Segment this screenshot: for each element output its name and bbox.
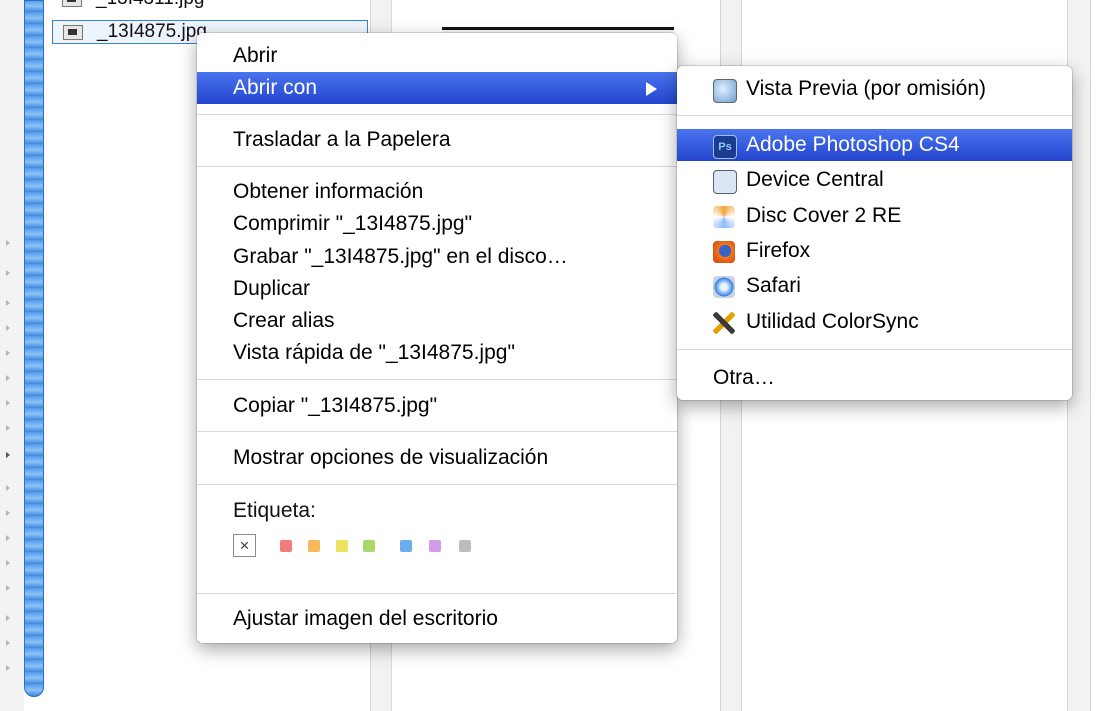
disclosure-triangle-icon[interactable] xyxy=(6,510,10,516)
safari-icon xyxy=(713,276,735,298)
menu-item-label: Mostrar opciones de visualización xyxy=(233,446,549,469)
menu-item-set-desktop-picture[interactable]: Ajustar imagen del escritorio xyxy=(197,603,677,635)
file-row[interactable]: _13I4311.jpg xyxy=(52,0,366,10)
disclosure-triangle-icon[interactable] xyxy=(6,350,10,356)
photoshop-icon: Ps xyxy=(713,135,737,159)
menu-separator xyxy=(197,593,677,594)
menu-item-get-info[interactable]: Obtener información xyxy=(197,176,677,208)
menu-item-view-options[interactable]: Mostrar opciones de visualización xyxy=(197,442,677,474)
firefox-icon xyxy=(713,241,735,263)
vertical-scrollbar[interactable] xyxy=(24,0,44,697)
menu-item-label: Vista Previa (por omisión) xyxy=(746,77,987,100)
label-clear-button[interactable]: × xyxy=(233,534,256,557)
disclosure-triangle-icon[interactable] xyxy=(6,240,10,246)
menu-item-label: Device Central xyxy=(746,168,884,191)
image-file-icon xyxy=(63,25,83,40)
disc-cover-icon xyxy=(713,206,735,228)
disclosure-triangle-icon[interactable] xyxy=(6,270,10,276)
menu-item-make-alias[interactable]: Crear alias xyxy=(197,305,677,337)
disclosure-triangle-icon[interactable] xyxy=(6,560,10,566)
image-file-icon xyxy=(62,0,82,7)
file-name: _13I4875.jpg xyxy=(97,21,207,42)
label-heading: Etiqueta: xyxy=(233,499,316,522)
menu-item-firefox[interactable]: Firefox xyxy=(677,235,1072,267)
menu-separator xyxy=(677,115,1072,116)
label-color-gray[interactable] xyxy=(459,540,471,552)
menu-item-copy[interactable]: Copiar "_13I4875.jpg" xyxy=(197,390,677,422)
menu-item-disc-cover[interactable]: Disc Cover 2 RE xyxy=(677,200,1072,232)
menu-item-colorsync[interactable]: Utilidad ColorSync xyxy=(677,306,1072,338)
menu-item-duplicate[interactable]: Duplicar xyxy=(197,273,677,305)
disclosure-triangle-icon[interactable] xyxy=(6,485,10,491)
colorsync-icon xyxy=(713,312,735,334)
menu-item-label: Duplicar xyxy=(233,277,311,300)
menu-separator xyxy=(197,166,677,167)
menu-item-label: Firefox xyxy=(746,239,811,262)
menu-item-label: Safari xyxy=(746,274,801,297)
disclosure-triangle-icon[interactable] xyxy=(6,535,10,541)
open-with-submenu: Vista Previa (por omisión) Ps Adobe Phot… xyxy=(677,66,1072,400)
menu-separator xyxy=(197,379,677,380)
disclosure-triangle-icon[interactable] xyxy=(6,400,10,406)
menu-item-label: Copiar "_13I4875.jpg" xyxy=(233,394,438,417)
disclosure-triangle-icon[interactable] xyxy=(6,615,10,621)
menu-item-other[interactable]: Otra… xyxy=(677,362,1072,394)
label-color-green[interactable] xyxy=(363,540,375,552)
menu-item-compress[interactable]: Comprimir "_13I4875.jpg" xyxy=(197,208,677,240)
file-name: _13I4311.jpg xyxy=(96,0,204,10)
label-color-blue[interactable] xyxy=(400,540,412,552)
menu-item-safari[interactable]: Safari xyxy=(677,270,1072,302)
menu-separator xyxy=(677,349,1072,350)
menu-item-label: Abrir con xyxy=(233,76,318,99)
menu-item-label: Vista rápida de "_13I4875.jpg" xyxy=(233,341,515,364)
menu-item-burn[interactable]: Grabar "_13I4875.jpg" en el disco… xyxy=(197,241,677,273)
menu-item-label: Ajustar imagen del escritorio xyxy=(233,607,498,630)
disclosure-triangle-icon[interactable] xyxy=(6,585,10,591)
menu-item-preview-default[interactable]: Vista Previa (por omisión) xyxy=(677,73,1072,105)
menu-item-photoshop[interactable]: Ps Adobe Photoshop CS4 xyxy=(677,129,1072,161)
label-color-yellow[interactable] xyxy=(336,540,348,552)
menu-item-device-central[interactable]: Device Central xyxy=(677,164,1072,196)
disclosure-triangle-icon[interactable] xyxy=(6,325,10,331)
menu-separator xyxy=(197,114,677,115)
menu-item-move-to-trash[interactable]: Trasladar a la Papelera xyxy=(197,124,677,156)
device-central-icon xyxy=(713,170,737,194)
menu-separator xyxy=(197,431,677,432)
disclosure-triangle-icon[interactable] xyxy=(6,640,10,646)
label-color-orange[interactable] xyxy=(308,540,320,552)
label-color-red[interactable] xyxy=(280,540,292,552)
menu-item-label: Trasladar a la Papelera xyxy=(233,128,451,151)
column-empty xyxy=(1091,0,1115,711)
submenu-arrow-icon xyxy=(646,82,657,96)
menu-item-label: Crear alias xyxy=(233,309,335,332)
menu-item-label: Utilidad ColorSync xyxy=(746,310,919,333)
label-color-purple[interactable] xyxy=(429,540,441,552)
menu-item-label: Otra… xyxy=(713,366,775,389)
menu-item-label: Abrir xyxy=(233,44,278,67)
menu-item-open[interactable]: Abrir xyxy=(197,40,677,72)
menu-item-label: Obtener información xyxy=(233,180,424,203)
menu-item-label: Comprimir "_13I4875.jpg" xyxy=(233,212,473,235)
disclosure-triangle-icon[interactable] xyxy=(6,375,10,381)
disclosure-triangle-icon[interactable] xyxy=(6,425,10,431)
menu-item-open-with[interactable]: Abrir con xyxy=(197,72,677,104)
disclosure-triangle-icon[interactable] xyxy=(6,452,10,458)
preview-app-icon xyxy=(713,79,737,103)
disclosure-triangle-icon[interactable] xyxy=(6,665,10,671)
menu-item-quick-look[interactable]: Vista rápida de "_13I4875.jpg" xyxy=(197,337,677,369)
menu-item-label: Adobe Photoshop CS4 xyxy=(746,133,960,156)
context-menu: Abrir Abrir con Trasladar a la Papelera … xyxy=(197,33,677,643)
sidebar-edge xyxy=(0,0,24,711)
menu-item-label: Grabar "_13I4875.jpg" en el disco… xyxy=(233,245,568,268)
disclosure-triangle-icon[interactable] xyxy=(6,300,10,306)
menu-item-label: Disc Cover 2 RE xyxy=(746,204,902,227)
menu-separator xyxy=(197,484,677,485)
